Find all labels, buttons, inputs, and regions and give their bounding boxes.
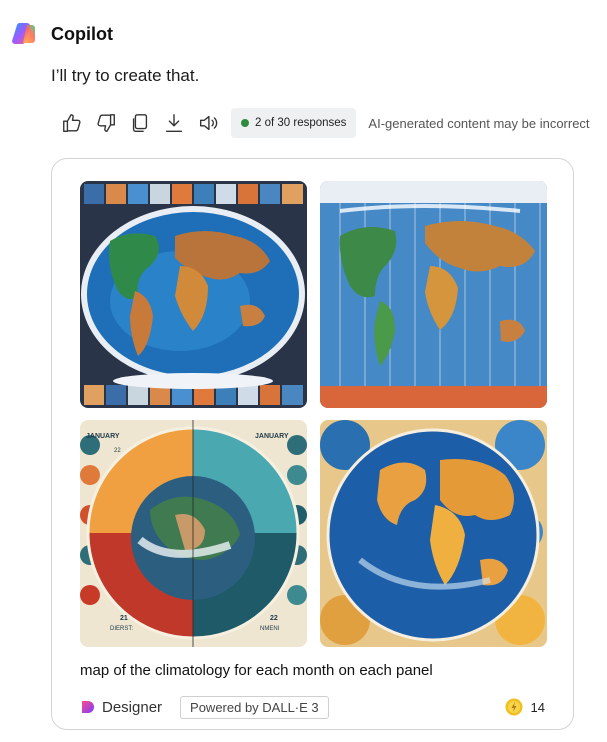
message-actions-bar: 2 of 30 responses AI-generated content m… [55,107,590,139]
generated-image-1[interactable] [80,181,307,408]
app-header: Copilot [11,20,113,48]
download-icon [165,114,183,132]
designer-logo-icon [82,701,94,713]
boost-count: 14 [530,699,545,715]
generated-image-2[interactable] [320,181,547,408]
generated-image-4[interactable] [320,420,547,647]
designer-label: Designer [102,698,163,716]
image3-label-3: 22 [114,448,121,454]
image-result-card: JANUARY JANUARY 22 21 22 DIERST: NMENI m… [51,158,574,730]
image3-label-4: 21 [120,615,128,622]
image3-label-1: JANUARY [86,433,120,440]
speaker-icon [199,115,218,131]
thumbs-down-button[interactable] [89,107,123,139]
read-aloud-button[interactable] [191,107,225,139]
status-dot-icon [241,119,249,127]
app-title: Copilot [51,23,113,44]
generated-image-3[interactable]: JANUARY JANUARY 22 21 22 DIERST: NMENI [80,420,307,647]
image-card-footer: Designer Powered by DALL·E 3 14 [80,694,545,720]
ai-disclaimer: AI-generated content may be incorrect [368,115,590,131]
assistant-message: I’ll try to create that. [51,66,200,85]
copy-button[interactable] [123,107,157,139]
thumbs-down-icon [97,114,115,132]
thumbs-up-button[interactable] [55,107,89,139]
response-counter-label: 2 of 30 responses [255,117,347,129]
boost-coin-icon [505,698,523,716]
image3-label-5: 22 [270,615,278,622]
copilot-logo-icon [12,22,35,45]
image3-label-2: JANUARY [255,433,289,440]
image3-label-7: NMENI [260,626,280,632]
designer-link[interactable]: Designer [80,699,162,716]
powered-by-badge: Powered by DALL·E 3 [180,695,329,719]
image-caption: map of the climatology for each month on… [80,662,433,679]
response-counter-button[interactable]: 2 of 30 responses [231,108,357,138]
thumbs-up-icon [63,114,81,132]
copy-icon [132,114,148,132]
download-button[interactable] [157,107,191,139]
boost-counter: 14 [505,698,545,716]
image3-label-6: DIERST: [110,626,133,632]
